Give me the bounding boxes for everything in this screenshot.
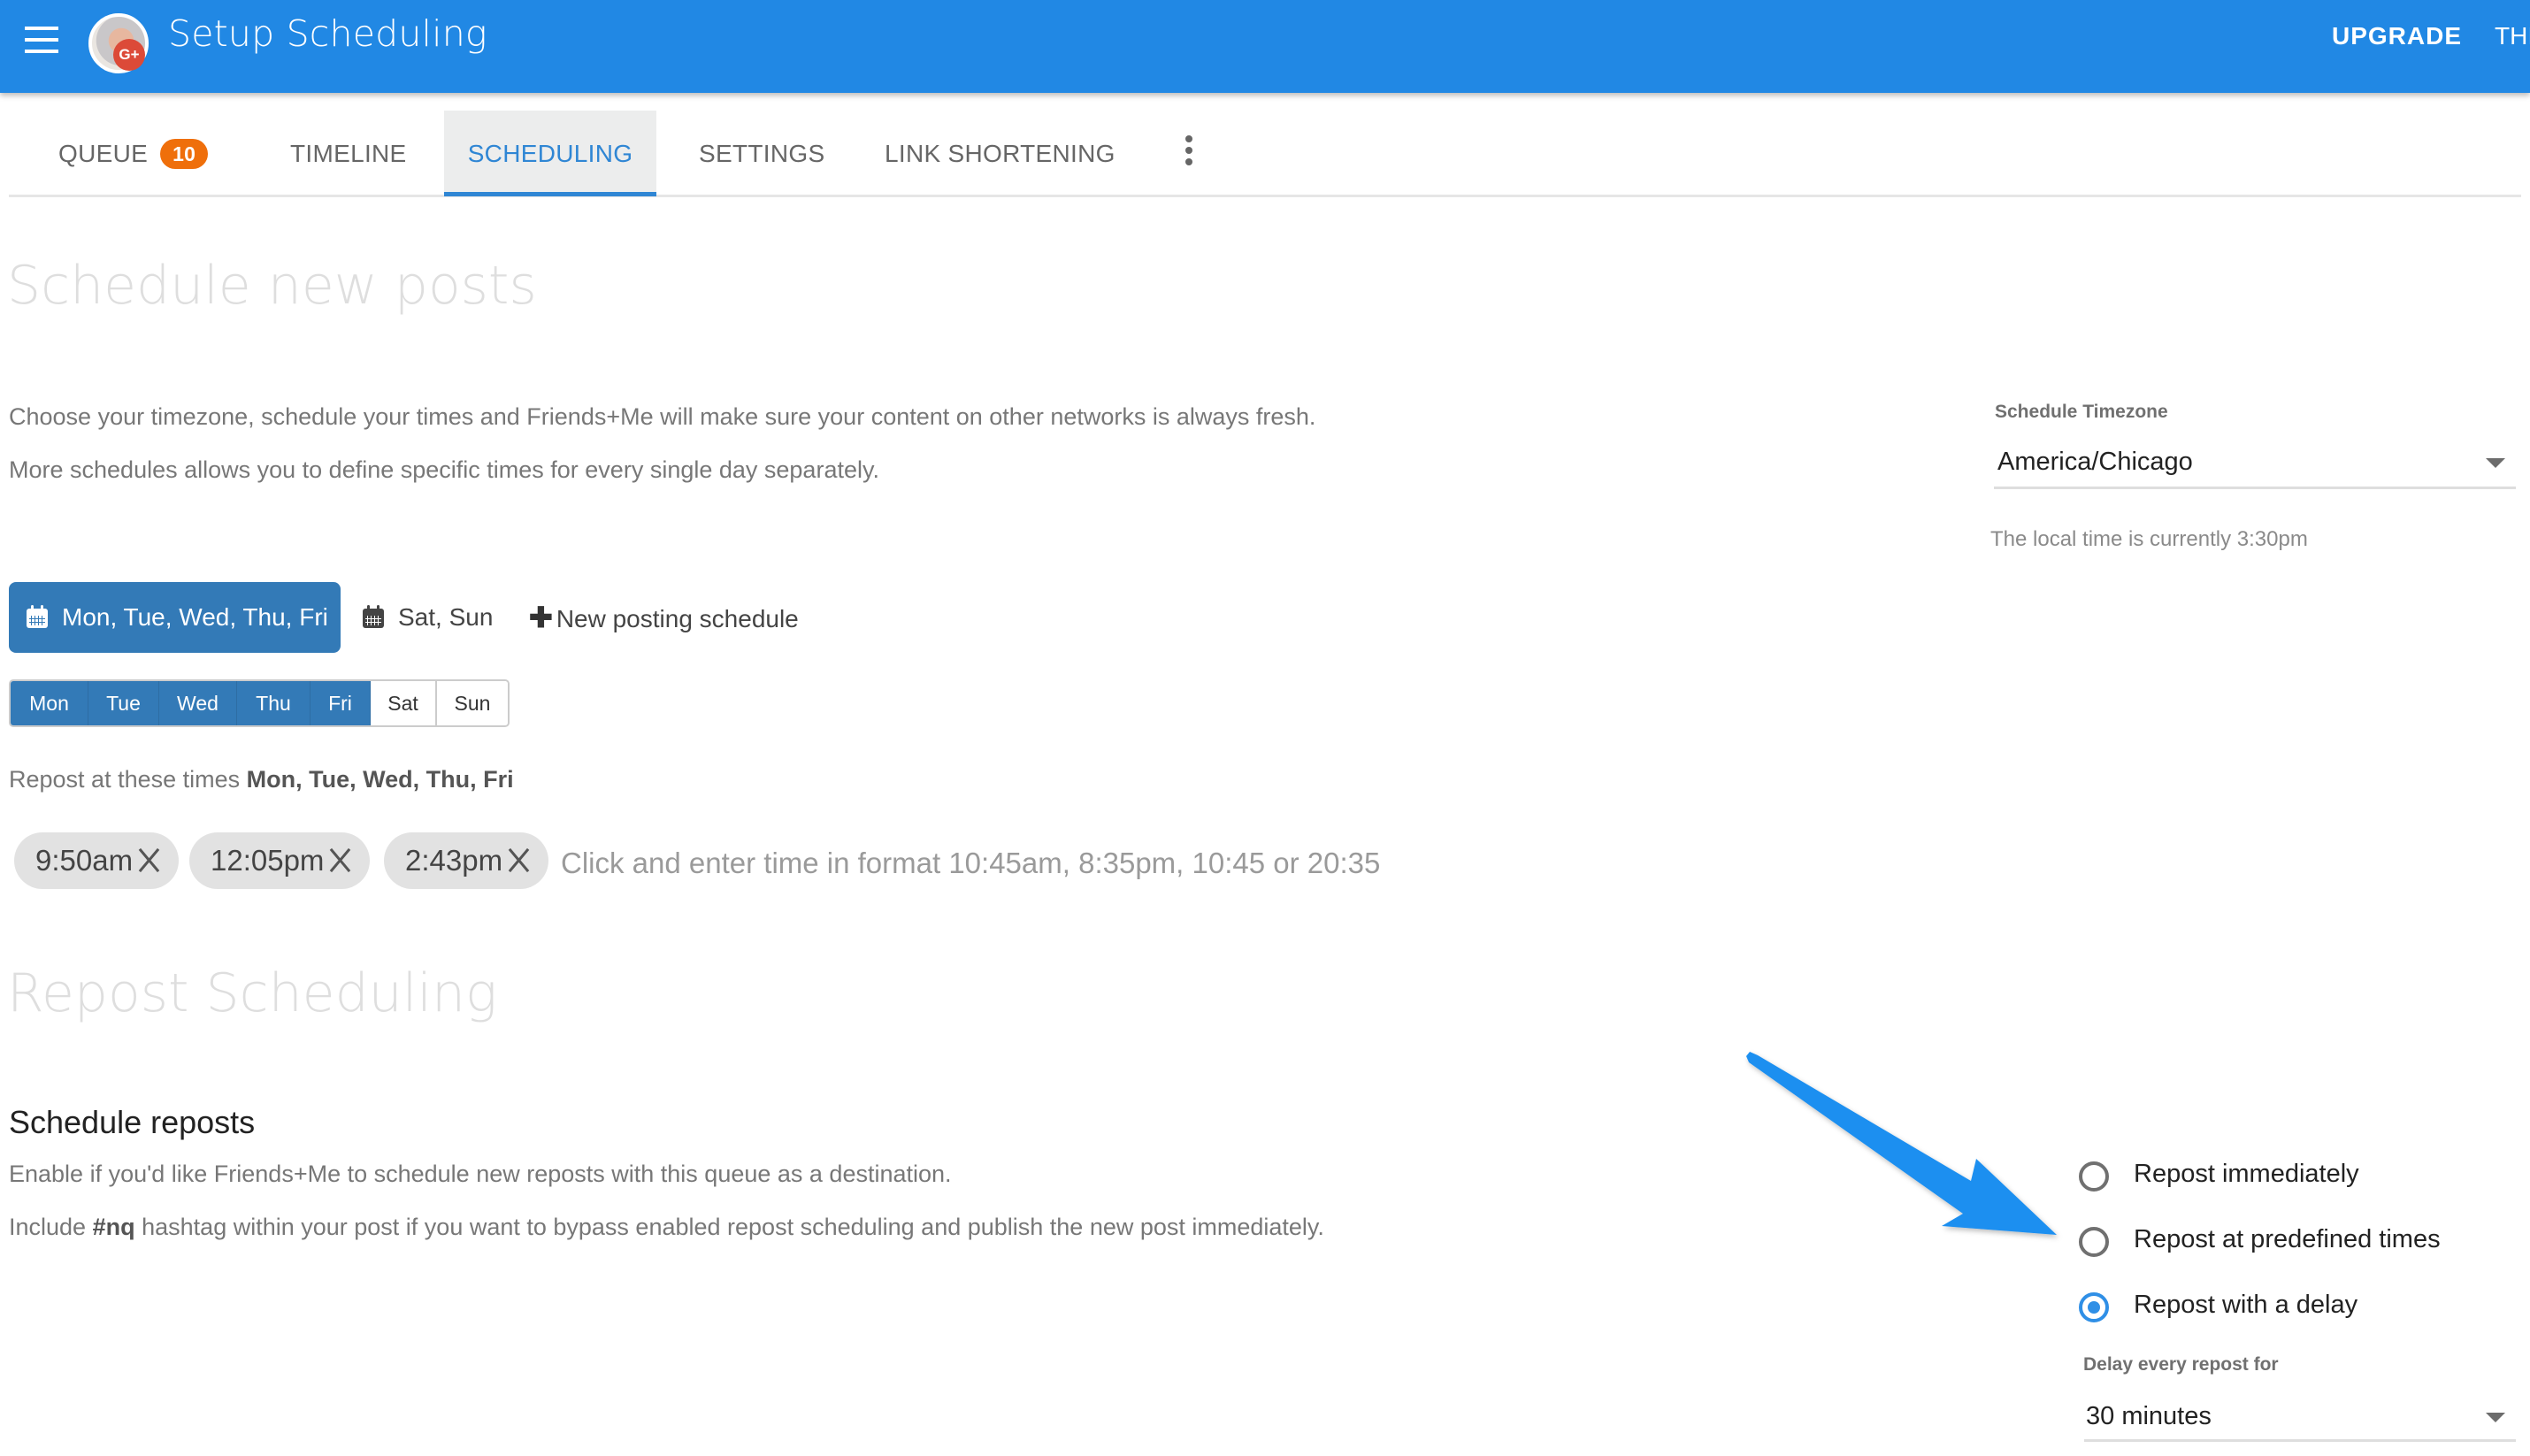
radio-label: Repost at predefined times: [2134, 1225, 2441, 1253]
menu-icon[interactable]: [25, 27, 58, 53]
repost-times-days: Mon, Tue, Wed, Thu, Fri: [246, 766, 514, 793]
new-posting-schedule-button[interactable]: ✚ New posting schedule: [529, 582, 799, 653]
radio-label: Repost with a delay: [2134, 1291, 2358, 1319]
day-toggle-sat[interactable]: Sat: [371, 681, 437, 725]
time-chip[interactable]: 12:05pm: [189, 832, 371, 889]
delay-label: Delay every repost for: [2083, 1354, 2279, 1375]
radio-unchecked-icon[interactable]: [2079, 1161, 2109, 1192]
day-toggle-fri[interactable]: Fri: [310, 681, 371, 725]
tab-timeline[interactable]: TIMELINE: [290, 111, 407, 195]
plus-icon: ✚: [529, 602, 553, 633]
close-icon[interactable]: [136, 847, 161, 872]
tab-queue[interactable]: QUEUE 10: [58, 111, 209, 195]
day-toggle-thu[interactable]: Thu: [237, 681, 310, 725]
time-chip-label: 12:05pm: [211, 844, 325, 877]
schedule-description-1: Choose your timezone, schedule your time…: [9, 403, 1316, 430]
time-chip[interactable]: 2:43pm: [384, 832, 549, 889]
day-toggle-sun[interactable]: Sun: [437, 681, 508, 725]
timezone-value: America/Chicago: [1997, 448, 2193, 476]
section-heading-repost-scheduling: Repost Scheduling: [7, 962, 498, 1024]
repost-description-1: Enable if you'd like Friends+Me to sched…: [9, 1161, 952, 1187]
radio-checked-icon[interactable]: [2079, 1292, 2109, 1322]
radio-label: Repost immediately: [2134, 1160, 2359, 1188]
day-toggle-tue[interactable]: Tue: [88, 681, 159, 725]
tab-bar: QUEUE 10 TIMELINE SCHEDULING SETTINGS LIN…: [9, 111, 2521, 197]
page-title: Setup Scheduling: [168, 12, 487, 55]
calendar-icon: [27, 604, 48, 628]
chevron-down-icon: [2486, 1413, 2505, 1422]
radio-unchecked-icon[interactable]: [2079, 1227, 2109, 1257]
day-toggle-mon[interactable]: Mon: [11, 681, 88, 725]
tab-scheduling[interactable]: SCHEDULING: [444, 111, 656, 196]
timezone-label: Schedule Timezone: [1995, 402, 2168, 422]
app-bar: G+ Setup Scheduling UPGRADE THI: [0, 0, 2530, 93]
schedule-weekend-button[interactable]: Sat, Sun: [343, 582, 493, 653]
upgrade-button[interactable]: UPGRADE: [2332, 22, 2462, 50]
section-heading-schedule-new-posts: Schedule new posts: [7, 255, 537, 317]
repost-description-2: Include #nq hashtag within your post if …: [9, 1214, 1324, 1241]
desc-prefix: Include: [9, 1214, 87, 1240]
time-chip-label: 2:43pm: [405, 844, 503, 877]
repost-times-prefix: Repost at these times: [9, 766, 241, 793]
theme-button[interactable]: THI: [2495, 22, 2530, 50]
tab-label: QUEUE: [58, 140, 149, 167]
google-plus-icon: G+: [113, 39, 145, 71]
new-schedule-label: New posting schedule: [556, 605, 799, 632]
timezone-select[interactable]: America/Chicago: [1994, 441, 2516, 489]
calendar-icon: [363, 604, 384, 628]
queue-count-badge: 10: [160, 138, 209, 169]
time-chip-label: 9:50am: [35, 844, 134, 877]
delay-select[interactable]: 30 minutes: [2084, 1393, 2516, 1442]
schedule-weekdays-button[interactable]: Mon, Tue, Wed, Thu, Fri: [9, 582, 341, 653]
tab-link-shortening[interactable]: LINK SHORTENING: [885, 111, 1116, 195]
schedule-label: Sat, Sun: [398, 603, 494, 631]
local-time-note: The local time is currently 3:30pm: [1990, 527, 2308, 551]
tab-settings[interactable]: SETTINGS: [699, 111, 824, 195]
schedule-reposts-heading: Schedule reposts: [9, 1104, 256, 1140]
delay-value: 30 minutes: [2086, 1402, 2212, 1430]
time-input[interactable]: [559, 836, 1447, 891]
day-selector: Mon Tue Wed Thu Fri Sat Sun: [9, 679, 510, 727]
repost-times-label: Repost at these times Mon, Tue, Wed, Thu…: [9, 766, 514, 793]
chevron-down-icon: [2486, 458, 2505, 468]
schedule-label: Mon, Tue, Wed, Thu, Fri: [62, 603, 328, 631]
desc-suffix: hashtag within your post if you want to …: [142, 1214, 1324, 1240]
time-chip[interactable]: 9:50am: [14, 832, 180, 889]
close-icon[interactable]: [327, 847, 352, 872]
more-options-icon[interactable]: [1185, 135, 1194, 171]
annotation-arrow-icon: [1746, 1052, 2057, 1235]
schedule-description-2: More schedules allows you to define spec…: [9, 456, 879, 483]
day-toggle-wed[interactable]: Wed: [159, 681, 237, 725]
close-icon[interactable]: [506, 847, 531, 872]
nq-hashtag: #nq: [92, 1214, 135, 1240]
